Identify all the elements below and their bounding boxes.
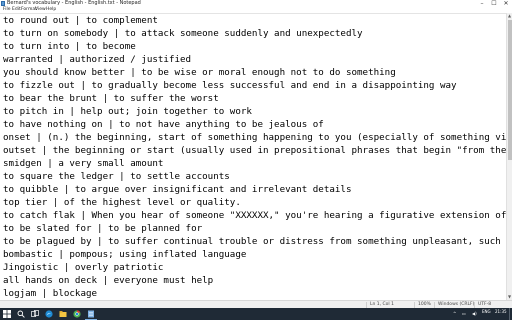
task-view-icon[interactable] [31, 310, 39, 318]
text-line: outset | the beginning or start (usually… [3, 145, 506, 156]
text-line: to pitch in | help out; join together to… [3, 106, 252, 117]
text-line: logjam | blockage [3, 288, 98, 299]
text-line: you should know better | to be wise or m… [3, 67, 396, 78]
text-line: to bear the brunt | to suffer the worst [3, 93, 219, 104]
text-line: to square the ledger | to settle account… [3, 171, 230, 182]
chrome-icon[interactable] [73, 310, 81, 318]
text-line: top tier | of the highest level or quali… [3, 197, 241, 208]
taskbar: ^ ▭ ◀) ENG 21:35 [0, 308, 512, 320]
close-button[interactable]: ✕ [500, 0, 512, 7]
text-line: to be slated for | to be planned for [3, 223, 203, 234]
scrollbar-thumb[interactable] [508, 20, 512, 160]
notepad-app-icon [1, 1, 5, 6]
clock-time[interactable]: 21:35 [495, 309, 507, 314]
maximize-button[interactable]: ☐ [488, 0, 500, 7]
network-icon[interactable]: ▭ [462, 308, 466, 320]
text-line: smidgen | a very small amount [3, 158, 164, 169]
text-line: to have nothing on | to not have anythin… [3, 119, 324, 130]
text-line: to turn on somebody | to attack someone … [3, 28, 363, 39]
search-icon[interactable] [17, 310, 25, 318]
text-line: all hands on deck | everyone must help [3, 275, 214, 286]
edge-browser-icon[interactable] [45, 310, 53, 318]
text-line: to turn into | to become [3, 41, 136, 52]
vertical-scrollbar[interactable]: ▲ ▼ [506, 13, 512, 300]
title-bar: Bernard's vocabulary - English - English… [0, 0, 512, 7]
text-line: bombastic | pompous; using inflated lang… [3, 249, 247, 260]
text-line: to be plagued by | to suffer continual t… [3, 236, 506, 247]
text-line: onset | (n.) the beginning, start of som… [3, 132, 506, 143]
text-line: to round out | to complement [3, 15, 158, 26]
text-line: to quibble | to argue over insignificant… [3, 184, 352, 195]
text-line: to catch flak | When you hear of someone… [3, 210, 506, 221]
tray-chevron-icon[interactable]: ^ [453, 308, 456, 320]
text-line: to fizzle out | to gradually become less… [3, 80, 457, 91]
minimize-button[interactable]: – [476, 0, 488, 7]
text-line: Jingoistic | overly patriotic [3, 262, 164, 273]
status-bar: Ln 1, Col 1 100% Windows (CRLF) UTF-8 [0, 300, 512, 308]
show-desktop-button[interactable] [509, 308, 510, 320]
volume-icon[interactable]: ◀) [472, 308, 477, 320]
text-line: warranted | authorized / justified [3, 54, 192, 65]
file-explorer-icon[interactable] [59, 310, 67, 318]
tray-language[interactable]: ENG [482, 309, 491, 314]
window-title: Bernard's vocabulary - English - English… [7, 0, 141, 6]
notepad-taskbar-icon[interactable] [87, 310, 95, 318]
scroll-up-arrow-icon[interactable]: ▲ [507, 13, 512, 19]
windows-start-icon[interactable] [3, 310, 11, 318]
text-editor[interactable]: to round out | to complement to turn on … [0, 13, 506, 300]
